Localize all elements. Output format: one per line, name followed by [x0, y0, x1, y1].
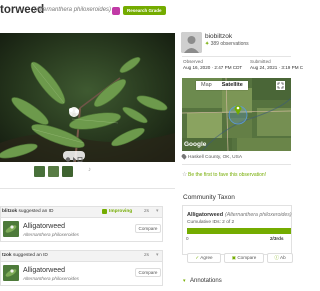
map-tab-satellite[interactable]: Satellite	[217, 81, 248, 90]
observer-observation-count[interactable]: ✦ 389 observations	[205, 41, 249, 47]
sound-icon[interactable]: ♪	[88, 167, 94, 175]
photo-controls[interactable]	[63, 151, 85, 162]
identification-age: 2s	[144, 253, 150, 258]
community-taxon-title: Community Taxon	[183, 194, 235, 201]
identification-header-text: blitzok suggested an ID	[2, 209, 53, 214]
quality-grade-badge: Research Grade	[123, 6, 166, 15]
compare-button[interactable]: Compare	[135, 224, 161, 233]
observation-scientific-name: (Alternanthera philoxeroides)	[34, 7, 112, 13]
identification-age: 2s	[144, 209, 150, 214]
fave-star-icon[interactable]: ☆	[182, 171, 187, 178]
map-pin-icon	[180, 153, 188, 160]
community-taxon-scientific-name: (Alternanthera philoxeroides)	[225, 212, 292, 218]
cumulative-ids: Cumulative IDs: 2 of 2	[187, 220, 235, 225]
chevron-down-icon[interactable]: ▾	[156, 208, 159, 214]
suggested-id-label: suggested an ID	[17, 209, 54, 214]
play-icon[interactable]	[73, 157, 76, 162]
community-compare-button[interactable]: ▣ Compare	[224, 253, 264, 263]
identification-header-text: tzok suggested an ID	[2, 253, 48, 258]
compare-button[interactable]: Compare	[135, 268, 161, 277]
agreement-bar-fill	[187, 228, 291, 234]
observer-username[interactable]: biobiltzok	[205, 33, 232, 40]
agree-button[interactable]: ✓ Agree	[187, 253, 221, 263]
divider	[182, 164, 291, 165]
map-tab-map[interactable]: Map	[196, 81, 217, 90]
taxon-common-name[interactable]: Alligatorweed	[23, 223, 65, 230]
submitted-label: Submitted	[250, 59, 271, 64]
fullscreen-icon[interactable]	[276, 81, 285, 90]
annotations-header[interactable]: Annotations	[190, 278, 222, 284]
agreement-bar	[187, 228, 291, 234]
observation-photo[interactable]	[0, 33, 175, 162]
observed-label: Observed	[183, 59, 203, 64]
location-marker-icon[interactable]	[234, 104, 242, 115]
suggested-id-label: suggested an ID	[11, 253, 48, 258]
observations-icon: ✦	[205, 41, 210, 47]
identifier-username[interactable]: blitzok	[2, 209, 17, 214]
improving-icon	[102, 209, 107, 214]
observer-avatar[interactable]	[181, 32, 202, 53]
about-button[interactable]: ⓘ Ab	[267, 253, 293, 263]
community-compare-label: Compare	[237, 255, 257, 260]
taxon-common-name[interactable]: Alligatorweed	[23, 267, 65, 274]
photo-thumbnail[interactable]	[62, 166, 73, 177]
taxon-photo[interactable]	[3, 265, 19, 281]
agree-button-label: Agree	[200, 255, 213, 260]
observation-count-label: 389 observations	[210, 41, 249, 47]
location-label: Haskell County, OK, USA	[188, 154, 243, 160]
agreement-scale-start: 0	[186, 236, 189, 241]
location-text[interactable]: Haskell County, OK, USA	[180, 153, 243, 160]
submitted-date: Aug 24, 2021 · 3:19 PM C	[250, 65, 304, 70]
chevron-down-icon[interactable]: ▾	[156, 252, 159, 258]
captive-flag-icon	[112, 7, 120, 15]
photo-thumbnail[interactable]	[34, 166, 45, 177]
identification-card: blitzok suggested an ID Improving 2s ▾ A…	[0, 206, 163, 242]
community-taxon-name[interactable]: Alligatorweed	[187, 212, 223, 218]
taxon-scientific-name: Alternanthera philoxeroides	[23, 276, 79, 281]
agreement-scale-threshold: 2/3rds	[270, 236, 284, 241]
identification-header: tzok suggested an ID 2s ▾	[1, 251, 162, 262]
first-fave-link[interactable]: Be the first to fave this observation!	[188, 172, 266, 178]
observed-date: Aug 16, 2020 · 2:47 PM CDT	[183, 65, 243, 70]
identification-card: tzok suggested an ID 2s ▾ Alligatorweed …	[0, 250, 163, 286]
divider	[0, 188, 175, 189]
plant-photo-image	[0, 33, 175, 162]
zoom-icon[interactable]	[65, 157, 71, 162]
expand-icon[interactable]	[77, 157, 83, 162]
photo-thumbnail[interactable]	[48, 166, 59, 177]
about-button-label: Ab	[280, 255, 286, 260]
identification-header: blitzok suggested an ID Improving 2s ▾	[1, 207, 162, 218]
taxon-scientific-name: Alternanthera philoxeroides	[23, 232, 79, 237]
map-type-tabs: Map Satellite	[196, 81, 248, 90]
chevron-down-icon[interactable]: ▾	[183, 278, 186, 284]
taxon-photo[interactable]	[3, 221, 19, 237]
divider	[182, 56, 291, 57]
google-logo: Google	[184, 141, 207, 148]
improving-badge: Improving	[109, 209, 133, 214]
identifier-username[interactable]: tzok	[2, 253, 12, 258]
